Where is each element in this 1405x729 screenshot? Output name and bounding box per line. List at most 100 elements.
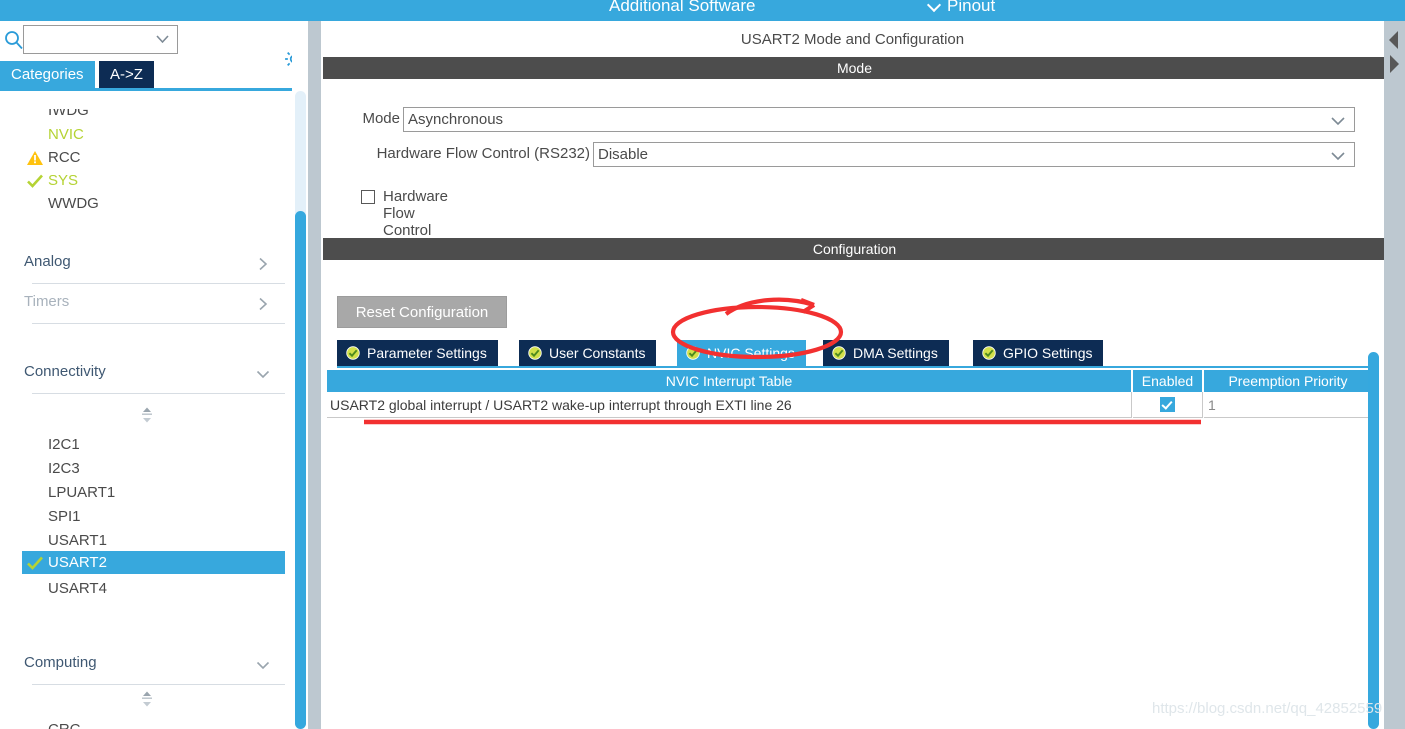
reset-configuration-label: Reset Configuration xyxy=(355,303,489,321)
group-computing-label: Computing xyxy=(24,654,97,671)
tree-item-usart2[interactable]: USART2 xyxy=(22,551,285,574)
tab-parameter-settings[interactable]: Parameter Settings xyxy=(337,340,500,366)
tree-item-i2c3[interactable]: I2C3 xyxy=(0,457,273,480)
tree-item-rcc-label: RCC xyxy=(48,149,81,166)
group-timers-label: Timers xyxy=(24,293,70,310)
tab-dma-settings[interactable]: DMA Settings xyxy=(823,340,951,366)
hw-flow-rs232-dropdown[interactable]: Disable xyxy=(593,142,1355,167)
check-circle-icon xyxy=(346,346,360,360)
cell-preemption-priority[interactable]: 1 xyxy=(1204,392,1372,418)
mode-dropdown[interactable]: Asynchronous xyxy=(403,107,1355,132)
tree-item-usart1-label: USART1 xyxy=(48,532,107,549)
tree-item-spi1-label: SPI1 xyxy=(48,508,81,525)
check-circle-icon xyxy=(528,346,542,360)
group-computing[interactable]: Computing xyxy=(22,645,285,685)
table-scrollbar-thumb[interactable] xyxy=(1368,352,1379,729)
sidebar-scrollbar-thumb[interactable] xyxy=(295,211,306,729)
search-input[interactable] xyxy=(28,29,148,50)
tree-item-rcc[interactable]: RCC xyxy=(0,146,273,169)
tree-item-iwdg[interactable]: IWDG xyxy=(0,109,273,119)
tab-a-to-z-label: A->Z xyxy=(110,66,143,83)
tree-item-sys[interactable]: SYS xyxy=(0,169,273,192)
check-circle-icon xyxy=(982,346,996,360)
tab-nvic-settings-label: NVIC Settings xyxy=(707,345,795,361)
cubemx-window: Additional Software Pinout Categories A-… xyxy=(0,0,1405,729)
chevron-down-icon[interactable] xyxy=(1331,117,1345,126)
chevron-down-icon[interactable] xyxy=(256,367,270,381)
search-combo[interactable] xyxy=(23,25,178,54)
chevron-down-icon xyxy=(928,0,941,12)
tree-item-i2c1[interactable]: I2C1 xyxy=(0,433,273,456)
tree-item-nvic[interactable]: NVIC xyxy=(0,123,273,146)
tree-item-wwdg-label: WWDG xyxy=(48,195,99,212)
search-icon[interactable] xyxy=(4,29,24,51)
reset-configuration-button[interactable]: Reset Configuration xyxy=(337,296,507,328)
column-header-preemption-priority[interactable]: Preemption Priority xyxy=(1204,370,1372,392)
tab-gpio-settings[interactable]: GPIO Settings xyxy=(973,340,1106,366)
tree-item-i2c1-label: I2C1 xyxy=(48,436,80,453)
tree-item-lpuart1[interactable]: LPUART1 xyxy=(0,481,273,504)
right-splitter[interactable] xyxy=(1384,21,1405,729)
config-tabstrip-underline xyxy=(337,366,1372,368)
tab-categories-label: Categories xyxy=(11,66,84,83)
chevron-right-icon[interactable] xyxy=(256,257,270,271)
hw-flow-rs485-checkbox[interactable] xyxy=(361,190,375,204)
tree-item-crc-label: CRC xyxy=(48,721,81,729)
mode-section-header: Mode xyxy=(323,57,1386,79)
tab-dma-settings-label: DMA Settings xyxy=(853,345,938,361)
field-mode-label: Mode xyxy=(362,110,400,127)
page-title: USART2 Mode and Configuration xyxy=(740,30,965,48)
tab-nvic-settings[interactable]: NVIC Settings xyxy=(677,340,808,366)
tree-item-nvic-label: NVIC xyxy=(48,126,84,143)
left-splitter[interactable] xyxy=(308,21,321,729)
tree-item-wwdg[interactable]: WWDG xyxy=(0,192,273,215)
peripheral-tree: IWDG NVIC RCC SYS WWDG Analog Timers Con… xyxy=(0,91,285,729)
cell-enabled[interactable] xyxy=(1133,392,1203,418)
tab-a-to-z[interactable]: A->Z xyxy=(99,61,154,88)
group-analog[interactable]: Analog xyxy=(22,244,285,284)
hw-flow-rs232-dropdown-value: Disable xyxy=(598,146,649,163)
tree-item-crc[interactable]: CRC xyxy=(0,718,273,729)
tab-additional-software[interactable]: Additional Software xyxy=(609,0,755,16)
chevron-right-icon[interactable] xyxy=(256,297,270,311)
check-circle-icon xyxy=(832,346,846,360)
column-header-enabled[interactable]: Enabled xyxy=(1133,370,1203,392)
sidebar-search-row xyxy=(0,21,292,66)
group-timers[interactable]: Timers xyxy=(22,284,285,324)
tree-item-usart1[interactable]: USART1 xyxy=(0,529,273,552)
check-icon xyxy=(27,174,43,188)
warning-icon xyxy=(27,150,43,165)
field-mode: Mode Asynchronous xyxy=(362,107,1355,132)
watermark: https://blog.csdn.net/qq_42852559 xyxy=(1152,700,1383,717)
group-connectivity-label: Connectivity xyxy=(24,363,106,380)
enabled-checkbox[interactable] xyxy=(1160,397,1175,412)
collapse-left-icon[interactable] xyxy=(1387,29,1401,51)
tab-pinout[interactable]: Pinout xyxy=(928,0,995,16)
group-connectivity[interactable]: Connectivity xyxy=(22,354,285,394)
tab-user-constants[interactable]: User Constants xyxy=(519,340,659,366)
mode-section-body: Mode Asynchronous Hardware Flow Control … xyxy=(323,79,1386,256)
collapse-right-icon[interactable] xyxy=(1387,53,1401,75)
sort-handle-icon[interactable] xyxy=(140,407,154,423)
mode-dropdown-value: Asynchronous xyxy=(408,111,504,128)
tree-item-spi1[interactable]: SPI1 xyxy=(0,505,273,528)
configuration-section-body: Reset Configuration Parameter Settings U… xyxy=(323,260,1386,729)
tree-item-sys-label: SYS xyxy=(48,172,79,189)
tree-item-lpuart1-label: LPUART1 xyxy=(48,484,116,501)
sort-handle-icon[interactable] xyxy=(140,691,154,707)
tree-item-iwdg-label: IWDG xyxy=(48,109,89,119)
chevron-down-icon[interactable] xyxy=(156,35,169,44)
chevron-down-icon[interactable] xyxy=(1331,152,1345,161)
field-hw-flow-rs232: Hardware Flow Control (RS232) Disable xyxy=(377,142,1355,167)
tab-categories[interactable]: Categories xyxy=(0,61,95,88)
main-panel: USART2 Mode and Configuration Mode Mode … xyxy=(321,21,1386,729)
tree-item-usart4[interactable]: USART4 xyxy=(0,577,273,600)
column-header-interrupt-table[interactable]: NVIC Interrupt Table xyxy=(327,370,1132,392)
group-analog-label: Analog xyxy=(24,253,71,270)
check-icon xyxy=(27,556,43,570)
tab-additional-software-label: Additional Software xyxy=(609,0,756,15)
field-hw-flow-rs232-label: Hardware Flow Control (RS232) xyxy=(376,145,590,162)
tree-item-usart2-label: USART2 xyxy=(48,554,107,571)
chevron-down-icon[interactable] xyxy=(256,658,270,672)
configuration-section-header: Configuration xyxy=(323,238,1386,260)
